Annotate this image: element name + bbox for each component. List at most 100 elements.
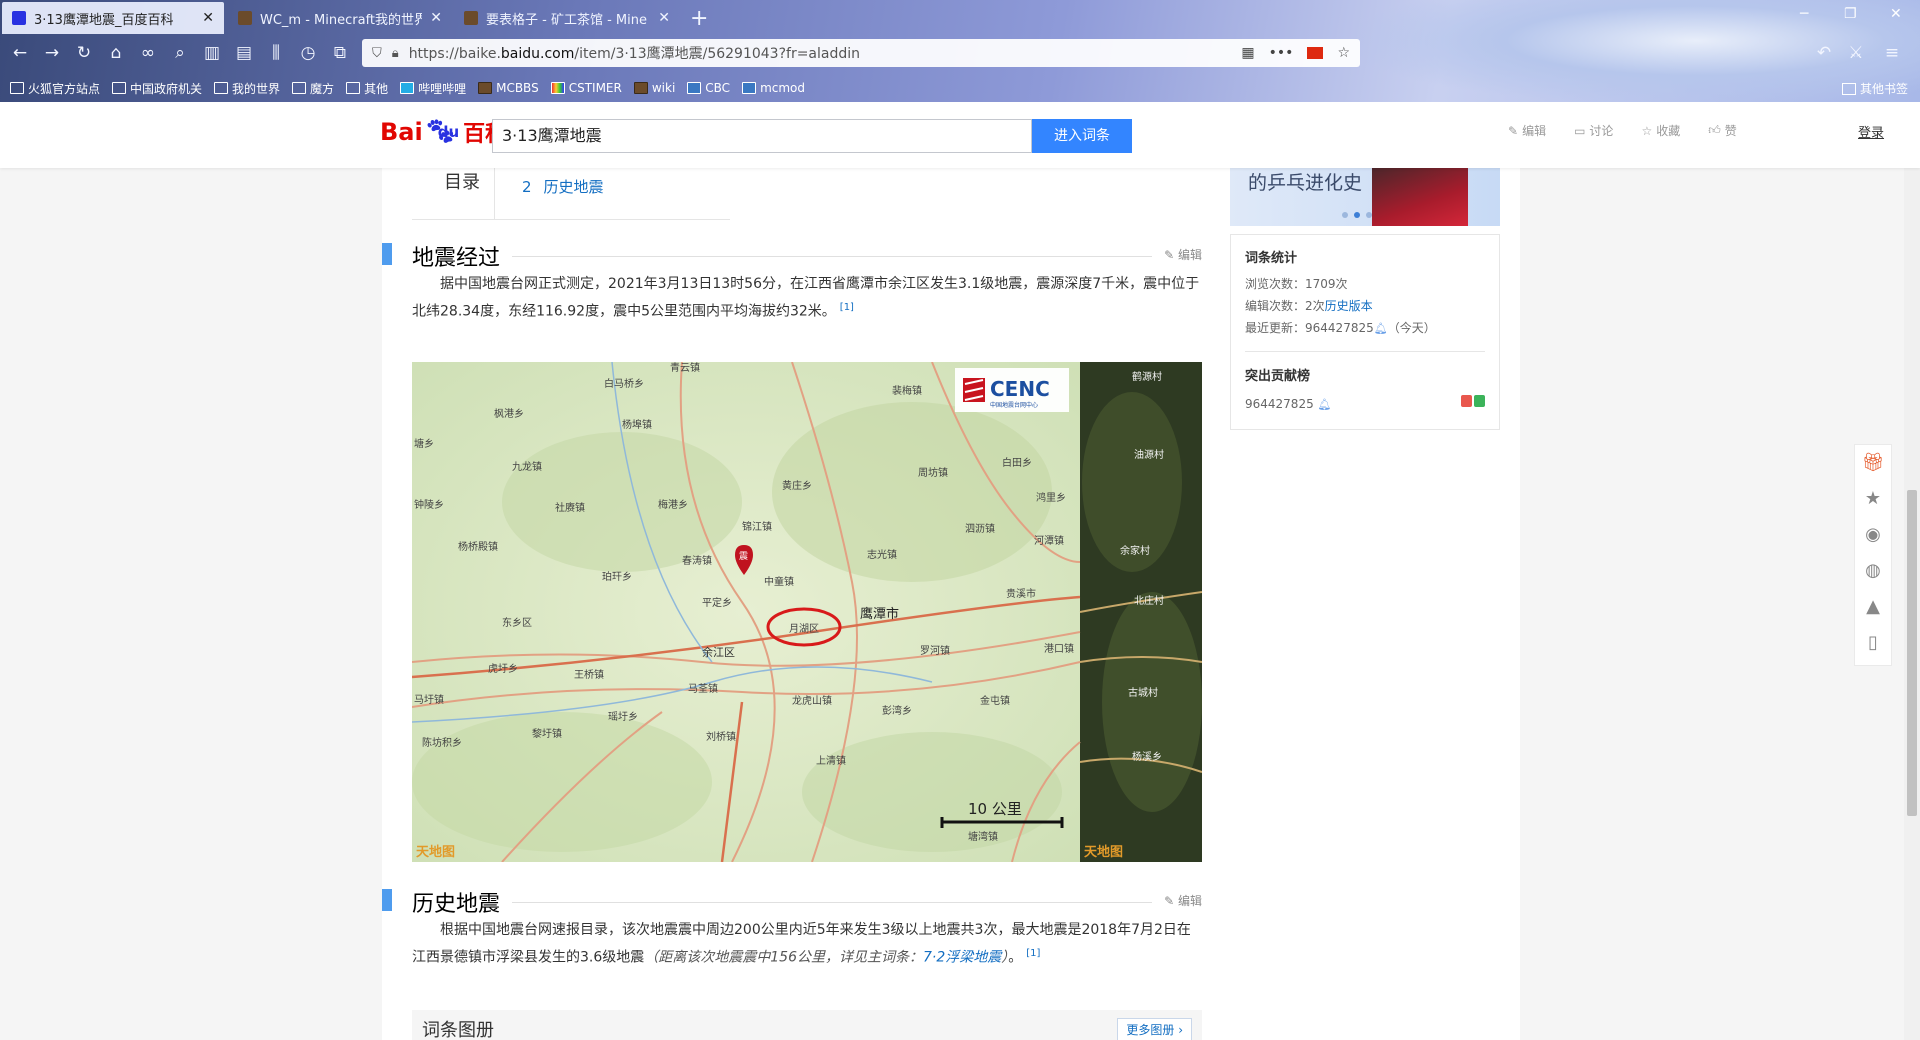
wechat-icon[interactable]: ◍ [1855,553,1891,589]
place-label: 马圩镇 [414,693,444,706]
place-label: 古城村 [1128,686,1158,699]
favorite-star-icon[interactable]: ★ [1855,481,1891,517]
more-actions-icon[interactable]: ••• [1269,45,1294,61]
like-button[interactable]: 👍︎ 赞 [1708,122,1737,139]
tab-title: WC_m - Minecraft我的世界 [260,12,423,28]
weibo-icon[interactable]: ◉ [1855,517,1891,553]
search-icon[interactable]: ⌕ [168,41,192,65]
more-gallery-button[interactable]: 更多图册 › [1117,1018,1192,1040]
minimize-icon[interactable]: ─ [1800,6,1808,22]
epicenter-marker[interactable]: 震 [739,551,748,562]
login-link[interactable]: 登录 [1858,122,1884,141]
enter-entry-button[interactable]: 进入词条 [1032,119,1132,153]
minecraft-icon [478,82,493,94]
url-text[interactable]: https://baike.baidu.com/item/3·13鹰潭地震/56… [409,43,860,63]
home-icon[interactable]: ⌂ [104,41,128,65]
place-label: 罗河镇 [920,644,950,657]
discuss-button[interactable]: ▭ 讨论 [1574,122,1613,139]
place-label: 鹤源村 [1132,370,1162,383]
place-label: 杨埠镇 [622,418,652,431]
place-label: 黎圩镇 [532,727,562,740]
wiki-icon [633,82,648,94]
lock-icon[interactable]: 🔒︎ [392,46,399,61]
bookmark-item[interactable]: wiki [633,81,675,95]
place-label: 瑶圩乡 [608,710,638,723]
bookmark-star-icon[interactable]: ☆ [1337,45,1350,61]
bookmark-item[interactable]: 魔方 [292,80,334,97]
mobile-icon[interactable]: ▯ [1855,625,1891,661]
section-edit-button[interactable]: ✎ 编辑 [1164,246,1202,263]
undo-icon[interactable]: ↶ [1812,41,1836,65]
sidebar-icon[interactable]: ▥ [200,41,224,65]
toc-item-history[interactable]: 2 历史地震 [522,176,604,197]
infinity-icon[interactable]: ∞ [136,41,160,65]
tianditu-watermark: 天地图 [1084,844,1123,860]
new-tab-button[interactable]: + [680,2,716,34]
bookmark-item[interactable]: 中国政府机关 [112,80,202,97]
menu-icon[interactable]: ≡ [1880,41,1904,65]
search-input[interactable]: 3·13鹰潭地震 [492,119,1032,153]
sidebar-banner[interactable]: 的乒乓进化史 [1230,168,1500,226]
tab-mcbbs[interactable]: 要表格子 - 矿工茶馆 - Mine ✕ [454,2,680,34]
bookmark-item[interactable]: 哔哩哔哩 [400,80,466,97]
extension-icon[interactable]: ⚔ [1844,41,1868,65]
gift-icon[interactable]: 🎁︎ [1855,445,1891,481]
tab-wc-m[interactable]: WC_m - Minecraft我的世界 ✕ [228,2,452,34]
comment-icon: ▭ [1574,123,1586,138]
address-bar[interactable]: ⛉ 🔒︎ https://baike.baidu.com/item/3·13鹰潭… [362,39,1360,67]
other-bookmarks[interactable]: 其他书签 [1841,80,1908,97]
place-label: 白田乡 [1002,456,1032,469]
cstimer-icon [550,82,565,94]
screenshot-icon[interactable]: ⧉ [328,41,352,65]
edit-button[interactable]: ✎ 编辑 [1508,122,1546,139]
bookmark-item[interactable]: 我的世界 [214,80,280,97]
close-tab-icon[interactable]: ✕ [202,10,214,26]
qr-code-icon[interactable]: ▦ [1241,45,1254,61]
place-label: 月湖区 [789,623,819,635]
bookmark-item[interactable]: 其他 [346,80,388,97]
place-label: 珀玕乡 [602,570,632,583]
toc-divider [494,168,495,220]
shield-icon[interactable]: ⛉ [372,46,382,61]
epicenter-map[interactable]: 震 CENC 中国地震台网中心 青云镇 白马桥乡 裴梅镇 枫港乡 杨埠镇 塘乡 … [412,362,1202,862]
close-tab-icon[interactable]: ✕ [430,10,442,26]
place-label: 志光镇 [867,548,897,561]
related-entry-link[interactable]: 7·2浮梁地震 [923,950,1001,966]
edits-count: 编辑次数：2次历史版本 [1245,299,1373,313]
close-tab-icon[interactable]: ✕ [658,10,670,26]
pencil-icon: ✎ [1508,123,1519,138]
history-version-link[interactable]: 历史版本 [1325,299,1373,313]
scrollbar-thumb[interactable] [1907,490,1917,816]
baidu-baike-logo[interactable]: Bai 🐾︎ du 百科 [380,112,507,152]
bookmark-item[interactable]: MCBBS [478,81,539,95]
bookmark-item[interactable]: CBC [687,81,730,95]
collect-button[interactable]: ☆ 收藏 [1641,122,1680,139]
bookmark-item[interactable]: mcmod [742,81,805,95]
restore-icon[interactable]: ❐ [1844,6,1857,22]
forward-icon[interactable]: → [40,41,64,65]
place-label: 虎圩乡 [488,662,518,675]
back-icon[interactable]: ← [8,41,32,65]
section-title: 历史地震 [412,892,501,917]
place-label: 杨桥殿镇 [458,540,498,553]
map-graphic: 震 CENC 中国地震台网中心 青云镇 白马桥乡 裴梅镇 枫港乡 杨埠镇 塘乡 … [412,362,1202,862]
contributor-user[interactable]: 964427825 🔔︎ [1245,397,1332,411]
close-window-icon[interactable]: ✕ [1890,6,1902,22]
place-label: 油源村 [1134,448,1164,461]
tab-baike[interactable]: 3·13鹰潭地震_百度百科 ✕ [2,2,224,34]
section-edit-button[interactable]: ✎ 编辑 [1164,892,1202,909]
bookmark-item[interactable]: CSTIMER [550,81,622,95]
place-label: 金屯镇 [980,694,1010,707]
reference-link[interactable]: [1] [1026,948,1040,959]
china-flag-icon[interactable] [1307,47,1324,59]
reload-icon[interactable]: ↻ [72,41,96,65]
reader-icon[interactable]: ▤ [232,41,256,65]
tianditu-watermark: 天地图 [416,844,455,860]
reference-link[interactable]: [1] [840,302,854,313]
history-icon[interactable]: ◷ [296,41,320,65]
page-scrollbar[interactable] [1904,102,1920,1040]
cenc-logo: CENC [990,377,1050,401]
qq-icon[interactable]: ▲ [1855,589,1891,625]
library-icon[interactable]: ⫼ [264,41,288,65]
bookmark-item[interactable]: 火狐官方站点 [10,80,100,97]
